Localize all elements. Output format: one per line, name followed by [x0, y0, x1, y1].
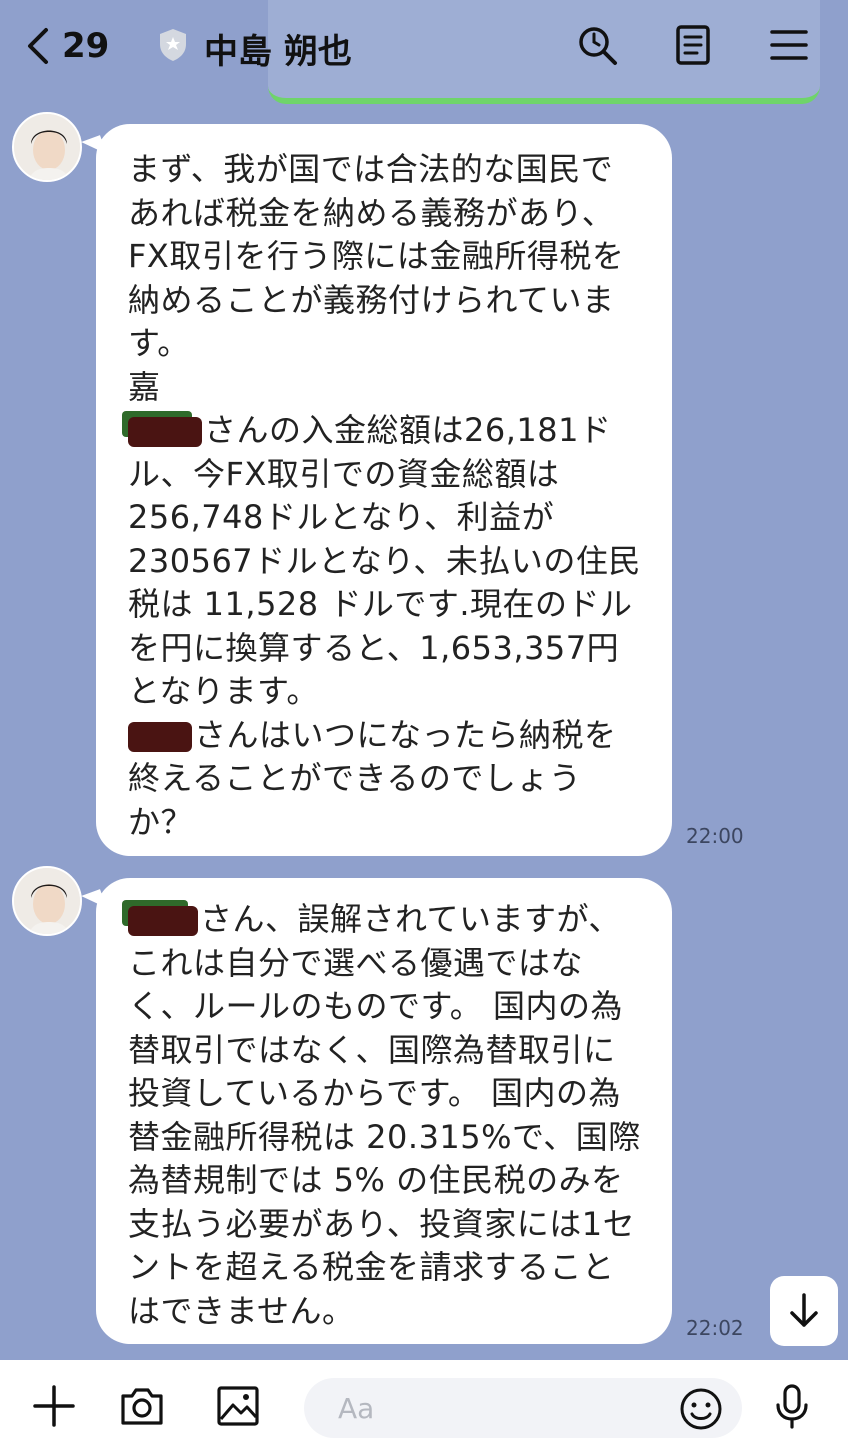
microphone-icon	[776, 1384, 808, 1429]
arrow-down-icon	[790, 1293, 818, 1327]
search-button[interactable]	[572, 20, 622, 70]
message-text: さん、誤解されていますが、これは自分で選べる優遇ではなく、ルールのものです。 国…	[128, 898, 642, 1333]
add-button[interactable]	[26, 1378, 82, 1434]
contact-name: 中島 朔也	[204, 32, 352, 72]
notes-button[interactable]	[668, 20, 718, 70]
hamburger-menu-icon	[770, 30, 808, 60]
chevron-left-icon	[28, 28, 48, 64]
redacted-name	[128, 417, 202, 447]
message-text-part: さん、誤解されていますが、これは自分で選べる優遇ではなく、ルールのものです。 国…	[128, 900, 641, 1330]
shield-icon	[160, 29, 186, 61]
voice-button[interactable]	[764, 1378, 820, 1434]
notes-icon	[676, 25, 710, 65]
message-timestamp: 22:00	[686, 824, 744, 848]
message-text-part: まず、我が国では合法的な国民であれば税金を納める義務があり、FX取引を行う際には…	[128, 150, 625, 406]
message-composer-bar	[0, 1360, 848, 1453]
image-button[interactable]	[210, 1378, 266, 1434]
message-text: まず、我が国では合法的な国民であれば税金を納める義務があり、FX取引を行う際には…	[128, 148, 642, 844]
redacted-name	[128, 906, 198, 936]
plus-icon	[33, 1385, 75, 1427]
image-icon	[217, 1386, 259, 1426]
back-button[interactable]: 29	[24, 22, 109, 70]
unread-count: 29	[62, 26, 110, 66]
search-icon	[579, 27, 617, 65]
message-timestamp: 22:02	[686, 1316, 744, 1340]
chat-header: 29 中島 朔也	[0, 0, 848, 100]
emoji-icon[interactable]	[676, 1384, 726, 1434]
menu-button[interactable]	[764, 20, 814, 70]
redacted-name	[128, 721, 192, 752]
message-bubble[interactable]: さん、誤解されていますが、これは自分で選べる優遇ではなく、ルールのものです。 国…	[96, 878, 672, 1344]
message-text-part: さんはいつになったら納税を終えることができるのでしょうか？	[128, 715, 617, 841]
camera-icon	[121, 1388, 163, 1425]
message-bubble[interactable]: まず、我が国では合法的な国民であれば税金を納める義務があり、FX取引を行う際には…	[96, 124, 672, 856]
camera-button[interactable]	[114, 1378, 170, 1434]
message-text-part: さんの入金総額は26,181ドル、今FX取引での資金総額は256,748ドルとな…	[128, 411, 641, 710]
contact-avatar[interactable]	[12, 866, 82, 936]
avatar-photo	[14, 868, 80, 934]
contact-avatar[interactable]	[12, 112, 82, 182]
scroll-to-bottom-button[interactable]	[770, 1276, 838, 1346]
avatar-photo	[14, 114, 80, 180]
